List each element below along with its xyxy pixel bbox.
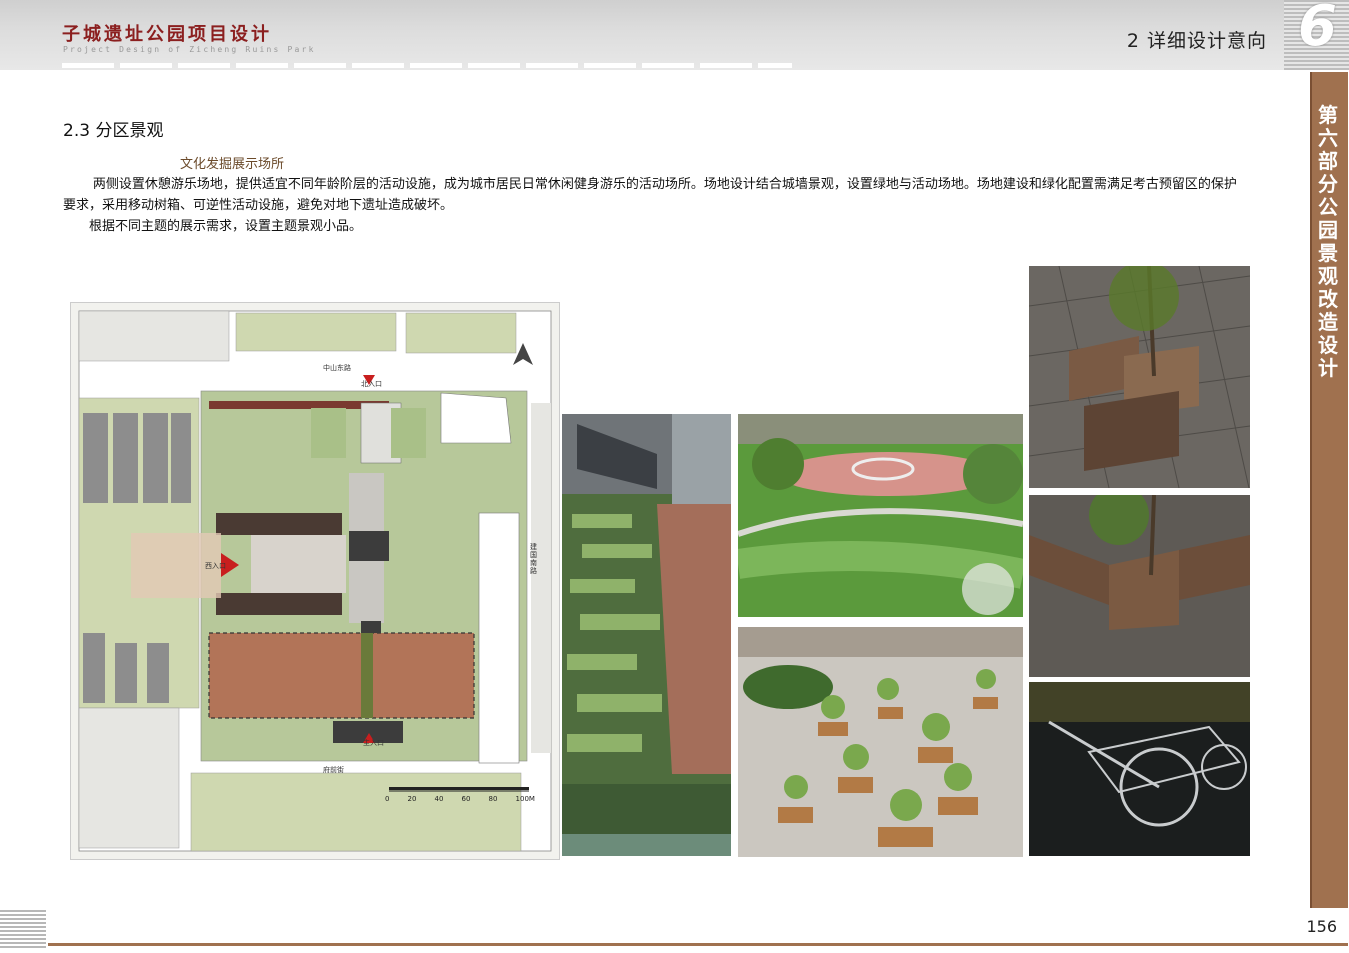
linear-garden-photo xyxy=(562,414,731,856)
site-plan-image: 中山东路 北入口 西入口 主入口 建国南路 府前街 0 20 40 60 80 … xyxy=(70,302,560,860)
scale-label: 80 xyxy=(488,795,498,803)
planter-render-photo-2 xyxy=(1029,495,1250,677)
scale-label: 0 xyxy=(385,795,390,803)
scale-label: 20 xyxy=(407,795,417,803)
footer-line xyxy=(48,943,1348,946)
topic-title: 文化发掘展示场所 xyxy=(180,157,285,172)
lawn-park-photo xyxy=(738,414,1023,617)
scale-label: 100M xyxy=(515,795,535,803)
paragraph-2: 根据不同主题的展示需求，设置主题景观小品。 xyxy=(89,219,363,234)
tree-planter-plaza-photo xyxy=(738,627,1023,857)
chapter-number: 6 xyxy=(1298,0,1337,59)
planter-render-photo xyxy=(1029,266,1250,488)
plan-north-entrance-label: 北入口 xyxy=(361,380,382,388)
footer-stripes xyxy=(0,910,46,950)
plan-east-road-label: 建国南路 xyxy=(530,543,537,575)
doc-title: 子城遗址公园项目设计 xyxy=(62,24,272,45)
cart-sculpture-photo xyxy=(1029,682,1250,856)
plan-main-entrance-label: 主入口 xyxy=(363,739,384,747)
plan-north-road-label: 中山东路 xyxy=(323,364,351,372)
scale-label: 40 xyxy=(434,795,444,803)
doc-subtitle: Project Design of Zicheng Ruins Park xyxy=(63,45,316,54)
plan-scale-labels: 0 20 40 60 80 100M xyxy=(385,795,535,803)
section-title: 2 详细设计意向 xyxy=(1126,30,1267,52)
page-number: 156 xyxy=(1306,917,1337,936)
header-stripes xyxy=(62,63,792,68)
scale-label: 60 xyxy=(461,795,471,803)
side-tab-text: 第六部分 公园景观改造设计 xyxy=(1318,103,1338,380)
plan-south-road-label: 府前街 xyxy=(323,766,344,774)
body-text: 两侧设置休憩游乐场地，提供适宜不同年龄阶层的活动设施，成为城市居民日常休闲健身游… xyxy=(63,174,1238,237)
sub-heading: 2.3 分区景观 xyxy=(63,121,164,141)
paragraph-1: 两侧设置休憩游乐场地，提供适宜不同年龄阶层的活动设施，成为城市居民日常休闲健身游… xyxy=(63,177,1237,213)
plan-west-entrance-label: 西入口 xyxy=(205,562,226,570)
